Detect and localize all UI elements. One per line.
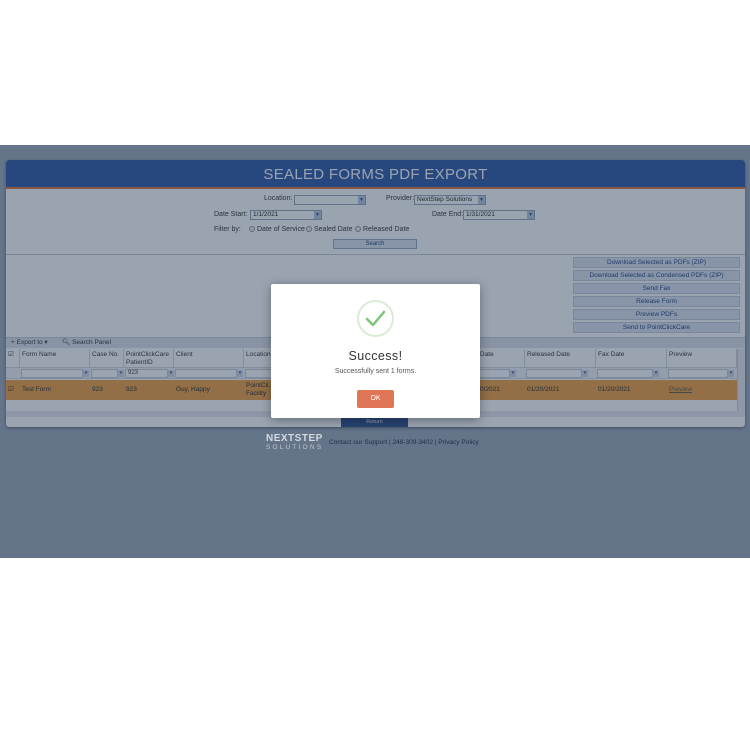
app-screenshot: SEALED FORMS PDF EXPORT Location: ▼ Prov… (0, 145, 750, 558)
success-check-icon (357, 300, 394, 337)
nextstep-logo-subtitle: SOLUTIONS (266, 444, 324, 451)
footer-links[interactable]: Contact our Support | 248-309-3402 | Pri… (329, 439, 479, 446)
nextstep-logo: NEXTSTEP (266, 433, 323, 444)
success-dialog: Success! Successfully sent 1 forms. OK (271, 284, 480, 418)
dialog-message: Successfully sent 1 forms. (334, 368, 417, 375)
ok-button[interactable]: OK (357, 390, 394, 408)
dialog-title: Success! (348, 349, 403, 363)
page-footer: NEXTSTEP SOLUTIONS Contact our Support |… (266, 433, 526, 455)
